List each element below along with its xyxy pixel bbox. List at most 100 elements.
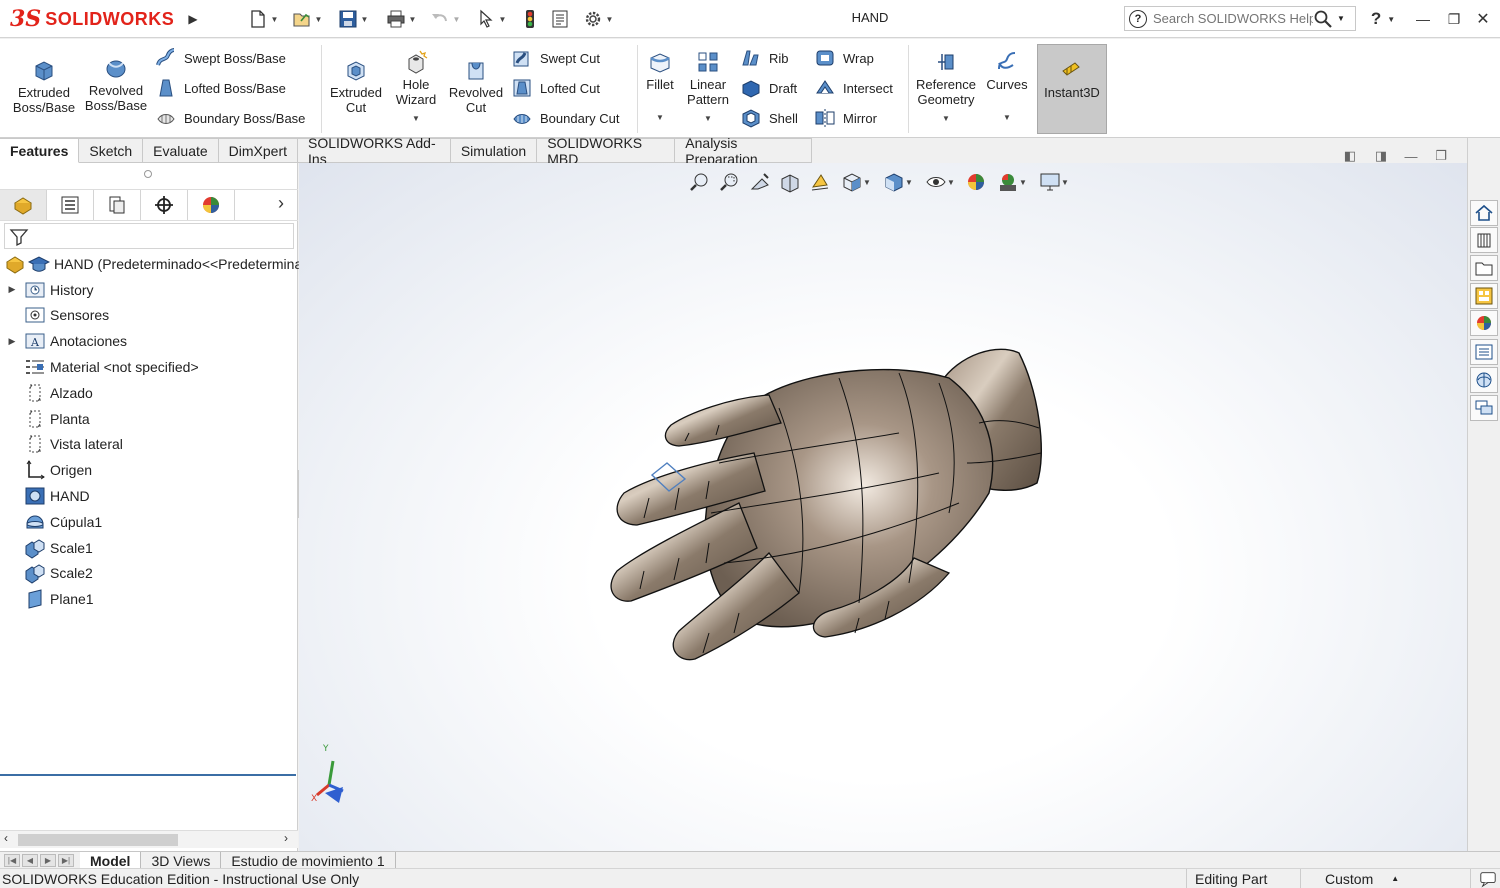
- scroll-right-icon[interactable]: ›: [284, 831, 288, 845]
- section-view-button[interactable]: [778, 170, 802, 194]
- reference-geometry-button[interactable]: Reference Geometry ▼: [912, 49, 980, 126]
- tab-addins[interactable]: SOLIDWORKS Add-Ins: [298, 135, 451, 167]
- edit-appearance-button[interactable]: [964, 170, 988, 194]
- design-library-button[interactable]: [1470, 227, 1498, 253]
- tab-evaluate[interactable]: Evaluate: [143, 138, 219, 163]
- hole-wizard-dropdown-icon[interactable]: ▼: [412, 111, 420, 126]
- boundary-cut-button[interactable]: Boundary Cut: [511, 107, 620, 129]
- tree-item-vista-lateral[interactable]: Vista lateral: [0, 432, 298, 458]
- boundary-boss-button[interactable]: Boundary Boss/Base: [155, 107, 305, 129]
- document-restore-icon[interactable]: ❐: [1432, 147, 1450, 165]
- wrap-button[interactable]: Wrap: [814, 47, 874, 69]
- tab-motion-study[interactable]: Estudio de movimiento 1: [221, 852, 396, 869]
- rib-button[interactable]: Rib: [740, 47, 789, 69]
- print-button[interactable]: ▼: [380, 7, 422, 31]
- revolved-cut-button[interactable]: Revolved Cut: [446, 57, 506, 115]
- lofted-cut-button[interactable]: Lofted Cut: [511, 77, 600, 99]
- tab-dimxpert[interactable]: DimXpert: [218, 138, 299, 163]
- file-properties-button[interactable]: [548, 7, 572, 31]
- lofted-boss-button[interactable]: Lofted Boss/Base: [155, 77, 286, 99]
- tree-horizontal-scrollbar[interactable]: ‹ ›: [0, 830, 298, 848]
- swept-boss-button[interactable]: Swept Boss/Base: [155, 47, 286, 69]
- appearances-button[interactable]: [1470, 310, 1498, 336]
- tab-simulation[interactable]: Simulation: [450, 138, 538, 163]
- tab-sketch[interactable]: Sketch: [79, 138, 144, 163]
- zoom-to-fit-button[interactable]: [688, 170, 712, 194]
- fillet-button[interactable]: Fillet ▼: [642, 49, 678, 125]
- search-dropdown-icon[interactable]: ▼: [1337, 14, 1345, 23]
- status-help-button[interactable]: [1470, 869, 1500, 888]
- restore-button[interactable]: ❐: [1443, 8, 1465, 30]
- tree-item-alzado[interactable]: Alzado: [0, 380, 298, 406]
- tab-analysis-preparation[interactable]: Analysis Preparation: [675, 135, 812, 167]
- view-settings-button[interactable]: ▼: [1036, 170, 1072, 194]
- next-tab-icon[interactable]: ▶: [40, 854, 56, 867]
- view-tile-right-icon[interactable]: ◨: [1372, 147, 1390, 165]
- dimxpert-manager-tab[interactable]: [141, 190, 188, 220]
- tree-item-scale2[interactable]: Scale2: [0, 561, 298, 587]
- last-tab-icon[interactable]: ▶|: [58, 854, 74, 867]
- tree-item-cupula1[interactable]: Cúpula1: [0, 509, 298, 535]
- solidworks-logo[interactable]: 3S SOLIDWORKS: [10, 2, 180, 36]
- tree-filter-box[interactable]: [4, 223, 294, 249]
- tree-root-part[interactable]: HAND (Predeterminado<<Predeterminado: [0, 251, 318, 277]
- zoom-to-area-button[interactable]: [718, 170, 742, 194]
- dynamic-annotation-button[interactable]: [808, 170, 832, 194]
- scroll-thumb[interactable]: [18, 834, 178, 846]
- minimize-button[interactable]: —: [1412, 8, 1434, 30]
- help-button[interactable]: ? ▼: [1366, 8, 1400, 30]
- document-minimize-icon[interactable]: —: [1402, 147, 1420, 165]
- view-orientation-button[interactable]: ▼: [838, 170, 874, 194]
- rebuild-button[interactable]: [518, 7, 542, 31]
- shell-button[interactable]: Shell: [740, 107, 798, 129]
- rollback-bar[interactable]: [0, 774, 296, 776]
- linear-pattern-button[interactable]: Linear Pattern ▼: [682, 49, 734, 126]
- tree-item-sensores[interactable]: Sensores: [0, 303, 298, 329]
- mirror-button[interactable]: Mirror: [814, 107, 877, 129]
- search-input[interactable]: [1153, 11, 1313, 26]
- reference-geometry-dropdown-icon[interactable]: ▼: [942, 111, 950, 126]
- draft-button[interactable]: Draft: [740, 77, 797, 99]
- prev-tab-icon[interactable]: ◀: [22, 854, 38, 867]
- apply-scene-button[interactable]: ▼: [994, 170, 1030, 194]
- revolved-boss-button[interactable]: Revolved Boss/Base: [82, 55, 150, 113]
- search-icon[interactable]: [1313, 9, 1333, 29]
- intersect-button[interactable]: Intersect: [814, 77, 893, 99]
- file-explorer-button[interactable]: [1470, 255, 1498, 281]
- custom-properties-button[interactable]: [1470, 339, 1498, 365]
- swept-cut-button[interactable]: Swept Cut: [511, 47, 600, 69]
- curves-button[interactable]: Curves ▼: [984, 49, 1030, 125]
- display-manager-tab[interactable]: [188, 190, 235, 220]
- new-document-button[interactable]: ▼: [244, 7, 282, 31]
- hand-3d-model[interactable]: Y X: [299, 163, 1467, 851]
- curves-dropdown-icon[interactable]: ▼: [1003, 110, 1011, 125]
- tree-item-planta[interactable]: Planta: [0, 406, 298, 432]
- tree-item-plane1[interactable]: Plane1: [0, 586, 298, 612]
- panel-grip-icon[interactable]: [144, 170, 152, 178]
- tab-mbd[interactable]: SOLIDWORKS MBD: [537, 135, 676, 167]
- extruded-boss-button[interactable]: Extruded Boss/Base: [10, 57, 78, 115]
- tab-features[interactable]: Features: [0, 138, 80, 163]
- open-button[interactable]: ▼: [287, 7, 327, 31]
- options-button[interactable]: ▼: [578, 7, 618, 31]
- tree-item-material[interactable]: Material <not specified>: [0, 354, 298, 380]
- tab-model[interactable]: Model: [80, 852, 142, 869]
- linear-pattern-dropdown-icon[interactable]: ▼: [704, 111, 712, 126]
- menu-expand-arrow-icon[interactable]: ▶: [186, 8, 200, 30]
- search-help-box[interactable]: ? ▼: [1124, 6, 1356, 31]
- expand-arrow-icon[interactable]: ▶: [0, 283, 24, 297]
- scroll-left-icon[interactable]: ‹: [4, 831, 8, 845]
- forum-chat-button[interactable]: [1470, 395, 1498, 421]
- configuration-manager-tab[interactable]: [94, 190, 141, 220]
- first-tab-icon[interactable]: |◀: [4, 854, 20, 867]
- previous-view-button[interactable]: [748, 170, 772, 194]
- undo-button[interactable]: ▼: [425, 7, 465, 31]
- close-button[interactable]: ✕: [1472, 8, 1494, 30]
- tree-item-scale1[interactable]: Scale1: [0, 535, 298, 561]
- hide-show-items-button[interactable]: ▼: [922, 170, 958, 194]
- display-style-button[interactable]: ▼: [880, 170, 916, 194]
- extruded-cut-button[interactable]: Extruded Cut: [326, 57, 386, 115]
- hole-wizard-button[interactable]: Hole Wizard ▼: [390, 49, 442, 126]
- tree-item-origen[interactable]: Origen: [0, 457, 298, 483]
- view-palette-button[interactable]: [1470, 283, 1498, 309]
